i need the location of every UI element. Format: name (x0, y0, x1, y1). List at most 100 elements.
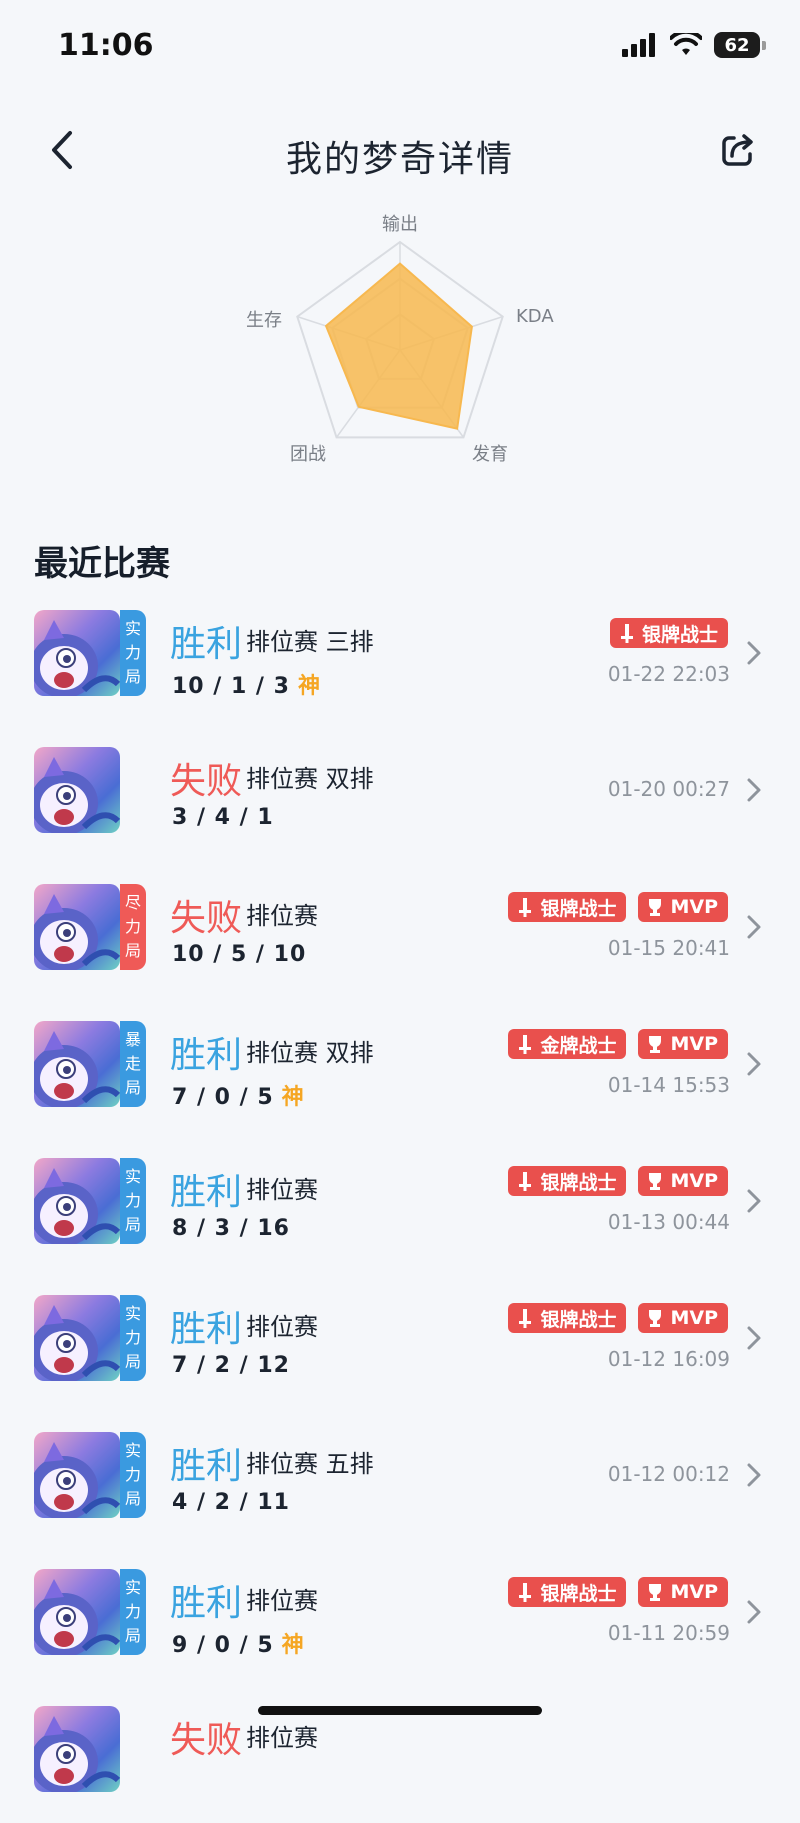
badge-label: MVP (670, 1581, 718, 1603)
badge-label: 银牌战士 (540, 1582, 617, 1605)
match-result: 胜利 (170, 624, 243, 665)
hero-portrait-icon (34, 1031, 120, 1107)
match-kda-value: 4 / 2 / 11 (172, 1490, 290, 1515)
hero-avatar (34, 1295, 120, 1381)
match-row[interactable]: 实力局胜利 排位赛 8 / 3 / 16 银牌战士 MVP 01-13 00:44 (0, 1138, 800, 1275)
radar-label-teamfight: 团战 (290, 444, 326, 465)
chevron-right-icon (747, 915, 761, 939)
radar-value-area (324, 262, 473, 430)
god-tag: 神 (297, 674, 321, 699)
match-tag: 实力局 (120, 1569, 146, 1655)
badge-label: 银牌战士 (641, 623, 718, 646)
radar-label-output: 输出 (382, 214, 418, 235)
radar-label-growth: 发育 (472, 444, 508, 465)
match-row[interactable]: 实力局胜利 排位赛 五排 4 / 2 / 11 01-12 00:12 (0, 1412, 800, 1549)
wifi-icon (670, 33, 702, 55)
match-tag: 实力局 (120, 1295, 146, 1381)
trophy-icon (649, 899, 662, 916)
trophy-icon (649, 1310, 662, 1327)
status-bar: 11:06 62 (0, 0, 800, 96)
match-time: 01-20 00:27 (607, 777, 730, 801)
match-tag: 实力局 (120, 610, 146, 696)
match-kda-value: 9 / 0 / 5 (172, 1633, 274, 1658)
match-row[interactable]: 实力局胜利 排位赛 9 / 0 / 5神 银牌战士 MVP 01-11 20:59 (0, 1549, 800, 1686)
match-tag-char: 实 (124, 1441, 141, 1460)
hero-avatar (34, 1706, 120, 1792)
chevron-right-icon (747, 778, 761, 802)
match-kda: 7 / 2 / 12 (172, 1353, 290, 1378)
match-tag-char: 局 (124, 1078, 141, 1097)
rank-badge: 银牌战士 (508, 1166, 627, 1196)
match-mode: 排位赛 (246, 1176, 318, 1204)
hero-avatar (34, 884, 120, 970)
match-row[interactable]: 暴走局胜利 排位赛 双排 7 / 0 / 5神 金牌战士 MVP 01-14 15:5… (0, 1001, 800, 1138)
rank-badge: 银牌战士 (508, 1577, 627, 1607)
match-kda-value: 10 / 1 / 3 (172, 674, 290, 699)
page-title: 我的梦奇详情 (285, 139, 514, 180)
match-row[interactable]: 尽力局失败 排位赛 10 / 5 / 10 银牌战士 MVP 01-15 20:41 (0, 864, 800, 1001)
badge-label: 银牌战士 (540, 897, 617, 920)
rank-badge: 银牌战士 (508, 1303, 627, 1333)
god-tag: 神 (281, 1633, 305, 1658)
match-row[interactable]: 失败 排位赛 双排 3 / 4 / 1 01-20 00:27 (0, 727, 800, 864)
match-time: 01-12 00:12 (607, 1462, 730, 1486)
match-row[interactable]: 实力局胜利 排位赛 7 / 2 / 12 银牌战士 MVP 01-12 16:09 (0, 1275, 800, 1412)
chevron-right-icon (747, 1052, 761, 1076)
match-result: 失败 (170, 1720, 243, 1761)
hero-portrait-icon (34, 1442, 120, 1518)
badge-label: MVP (670, 1170, 718, 1192)
match-time: 01-12 16:09 (607, 1347, 730, 1371)
sword-icon (519, 1172, 532, 1191)
mvp-badge: MVP (638, 1166, 728, 1196)
signal-icon (622, 33, 655, 57)
match-time: 01-22 22:03 (607, 662, 730, 686)
hero-avatar (34, 1432, 120, 1518)
match-tag-char: 局 (124, 1215, 141, 1234)
match-mode: 排位赛 (246, 1587, 318, 1615)
match-tag-char: 局 (124, 667, 141, 686)
hero-portrait-icon (34, 620, 120, 696)
hero-portrait-icon (34, 1168, 120, 1244)
status-icons: 62 (622, 32, 766, 58)
match-kda-value: 7 / 2 / 12 (172, 1353, 290, 1378)
match-mode: 排位赛 三排 (246, 628, 374, 656)
badge-label: MVP (670, 1033, 718, 1055)
match-badges: 银牌战士 MVP (508, 1303, 728, 1333)
match-tag-char: 局 (124, 1352, 141, 1371)
match-tag-char: 局 (124, 1489, 141, 1508)
match-tag-char: 局 (124, 941, 141, 960)
rank-badge: 银牌战士 (508, 892, 627, 922)
match-tag-char: 暴 (124, 1030, 141, 1049)
match-tag-char: 尽 (124, 893, 141, 912)
match-mode: 排位赛 (246, 1724, 318, 1752)
match-result: 失败 (170, 761, 243, 802)
match-kda: 10 / 5 / 10 (172, 942, 306, 967)
match-kda: 10 / 1 / 3 神 (172, 668, 321, 700)
match-kda-value: 7 / 0 / 5 (172, 1085, 274, 1110)
match-kda: 9 / 0 / 5 神 (172, 1627, 305, 1659)
share-button[interactable] (712, 124, 764, 176)
match-kda: 3 / 4 / 1 (172, 805, 274, 830)
match-time: 01-15 20:41 (607, 936, 730, 960)
match-tag: 实力局 (120, 1158, 146, 1244)
match-tag-char: 力 (124, 643, 141, 662)
badge-label: 金牌战士 (540, 1034, 617, 1057)
god-tag: 神 (281, 1085, 305, 1110)
trophy-icon (649, 1584, 662, 1601)
match-badges: 银牌战士 MVP (508, 892, 728, 922)
match-row[interactable]: 实力局胜利 排位赛 三排 10 / 1 / 3 神 银牌战士 01-22 22:03 (0, 590, 800, 727)
radar-label-kda: KDA (516, 306, 554, 327)
sword-icon (519, 1035, 532, 1054)
match-result: 胜利 (170, 1583, 243, 1624)
mvp-badge: MVP (638, 1029, 728, 1059)
match-tag: 尽力局 (120, 884, 146, 970)
match-time: 01-14 15:53 (607, 1073, 730, 1097)
match-tag: 暴走局 (120, 1021, 146, 1107)
match-mode: 排位赛 双排 (246, 765, 374, 793)
chevron-right-icon (747, 641, 761, 665)
match-result: 失败 (170, 898, 243, 939)
hero-avatar (34, 1569, 120, 1655)
match-kda: 8 / 3 / 16 (172, 1216, 290, 1241)
hero-avatar (34, 1158, 120, 1244)
match-tag-char: 力 (124, 917, 141, 936)
